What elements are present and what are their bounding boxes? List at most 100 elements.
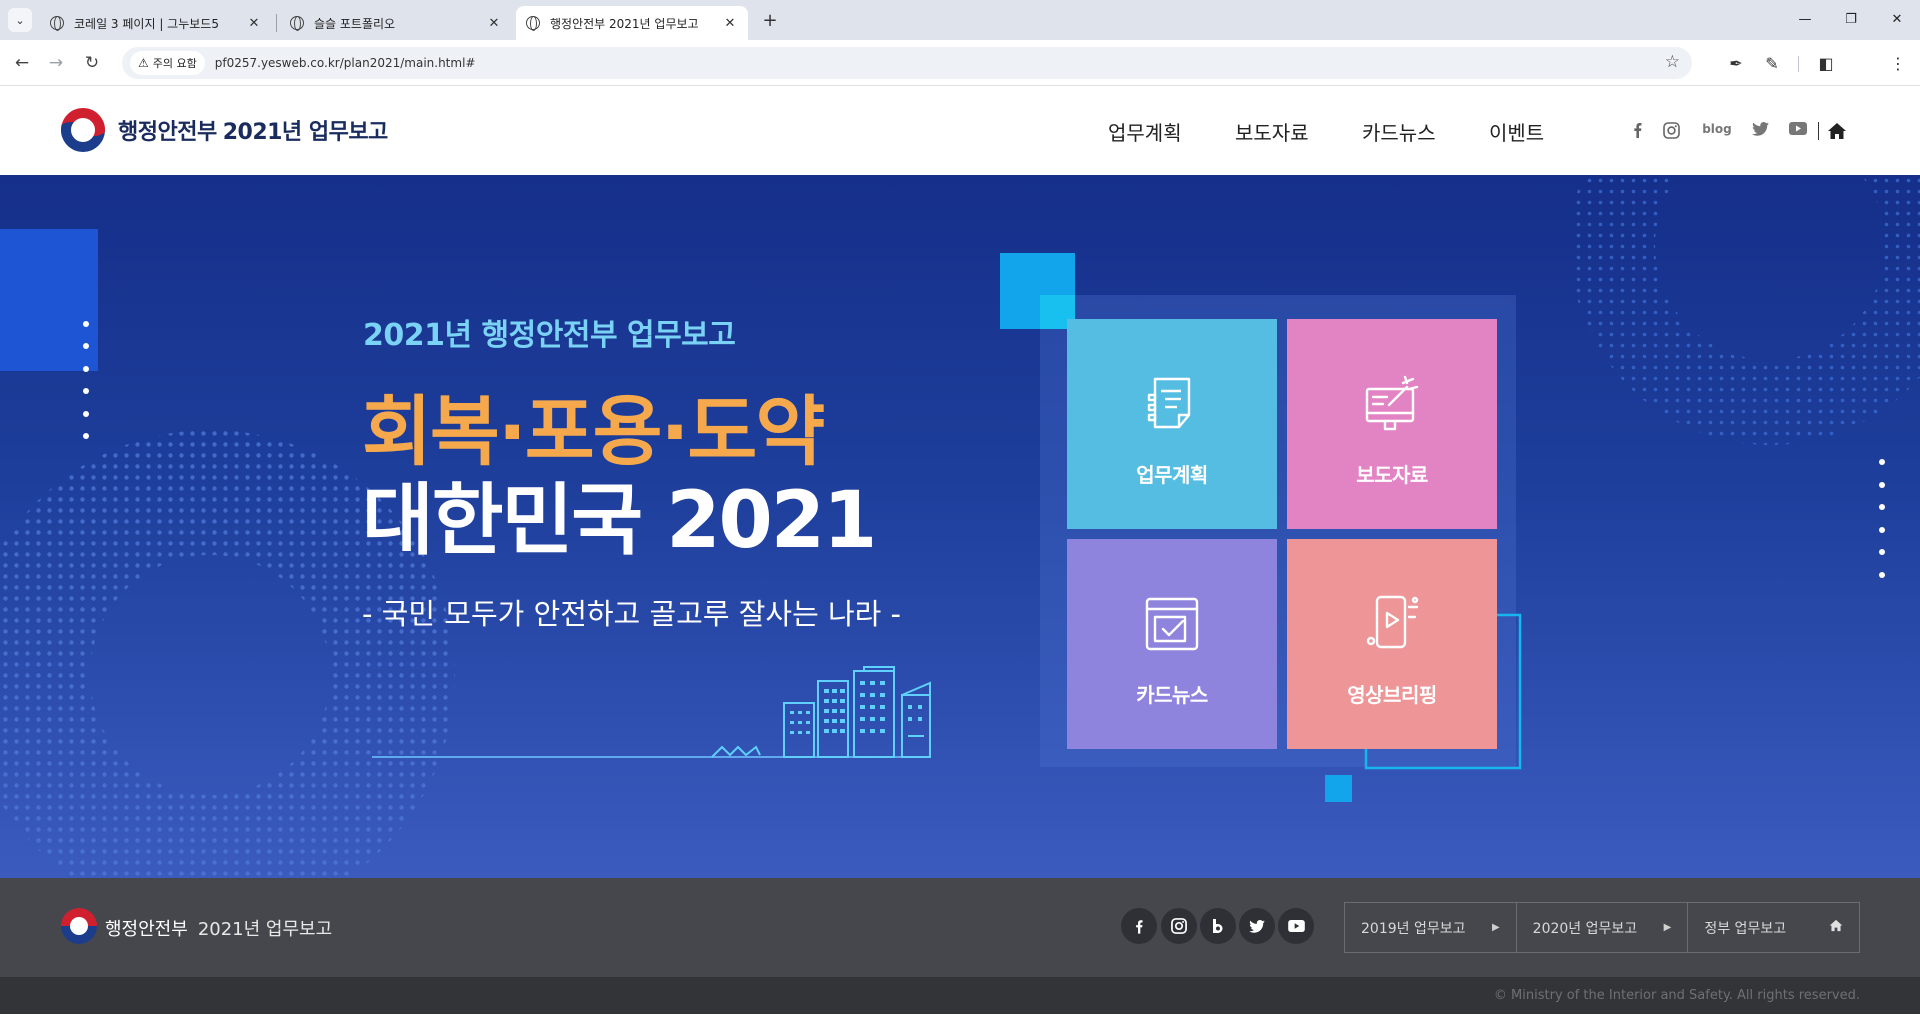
twitter-icon[interactable]	[1239, 908, 1275, 944]
globe-icon	[526, 16, 540, 31]
warning-icon: ⚠	[138, 56, 149, 70]
tile-label: 카드뉴스	[1136, 683, 1208, 707]
slide-indicator-dot[interactable]	[1879, 527, 1885, 533]
arrow-right-icon: ▶	[1491, 922, 1500, 933]
new-tab-button[interactable]: +	[758, 8, 782, 32]
forward-icon[interactable]: →	[42, 49, 70, 77]
nav-press[interactable]: 보도자료	[1235, 117, 1309, 146]
globe-icon	[290, 16, 304, 31]
left-dot	[83, 321, 89, 327]
tab-close-icon[interactable]: ✕	[246, 16, 262, 31]
link-2019-report[interactable]: 2019년 업무보고 ▶	[1345, 903, 1517, 952]
tile-label: 영상브리핑	[1347, 683, 1437, 707]
browser-toolbar: ← → ↻ ⚠ 주의 요함 pf0257.yesweb.co.kr/plan20…	[0, 40, 1920, 86]
url-text[interactable]: pf0257.yesweb.co.kr/plan2021/main.html#	[215, 56, 476, 70]
side-panel-icon[interactable]: ◧	[1814, 51, 1838, 75]
extensions-icon[interactable]: ✎	[1760, 51, 1784, 75]
brand-year: 2021년 업무보고	[222, 120, 389, 145]
globe-icon	[50, 16, 64, 31]
facebook-icon[interactable]	[1121, 908, 1157, 944]
reload-icon[interactable]: ↻	[78, 49, 106, 77]
link-label: 정부 업무보고	[1704, 920, 1787, 937]
browser-tab-bar: ⌄ 코레일 3 페이지 | 그누보드5 ✕ 슬슬 포트폴리오 ✕ 행정안전부 2…	[0, 0, 1920, 40]
close-window-icon[interactable]: ✕	[1874, 4, 1920, 34]
footer-brand-year: 2021년 업무보고	[197, 919, 333, 940]
twitter-icon[interactable]	[1751, 122, 1769, 136]
tile-video-briefing[interactable]: 영상브리핑	[1287, 539, 1497, 749]
eyedropper-icon[interactable]: ✒	[1724, 51, 1748, 75]
nav-cardnews[interactable]: 카드뉴스	[1362, 117, 1436, 146]
site-footer: 행정안전부 2021년 업무보고 2019년 업무보고 ▶ 2020년 업무보고 …	[0, 878, 1920, 977]
slide-indicator-dot[interactable]	[1879, 549, 1885, 555]
copyright-bar: © Ministry of the Interior and Safety. A…	[0, 977, 1920, 1014]
facebook-icon[interactable]	[1630, 122, 1644, 138]
link-label: 2019년 업무보고	[1361, 920, 1466, 937]
browser-tab-active[interactable]: 행정안전부 2021년 업무보고 ✕	[516, 6, 748, 40]
hero-slogan: - 국민 모두가 안전하고 골고루 잘사는 나라 -	[362, 597, 902, 631]
copyright-text: © Ministry of the Interior and Safety. A…	[1493, 988, 1860, 1003]
footer-report-links: 2019년 업무보고 ▶ 2020년 업무보고 ▶ 정부 업무보고	[1344, 902, 1860, 953]
instagram-icon[interactable]	[1161, 908, 1197, 944]
slide-indicator-dot[interactable]	[1879, 459, 1885, 465]
hero-subtitle: 2021년 행정안전부 업무보고	[363, 318, 736, 353]
tile-label: 업무계획	[1136, 463, 1208, 487]
footer-logo	[61, 908, 97, 944]
slide-indicator-dot[interactable]	[1879, 504, 1885, 510]
address-bar[interactable]: ⚠ 주의 요함 pf0257.yesweb.co.kr/plan2021/mai…	[122, 47, 1692, 79]
minimize-icon[interactable]: —	[1782, 4, 1828, 34]
tab-close-icon[interactable]: ✕	[722, 16, 738, 31]
tab-close-icon[interactable]: ✕	[486, 16, 502, 31]
left-dot	[83, 433, 89, 439]
left-dot	[83, 388, 89, 394]
left-dot	[83, 366, 89, 372]
blog-link[interactable]: blog	[1700, 122, 1734, 136]
footer-brand: 행정안전부 2021년 업무보고	[105, 915, 332, 941]
slide-indicator-dot[interactable]	[1879, 572, 1885, 578]
nav-plan[interactable]: 업무계획	[1108, 117, 1182, 146]
nav-event[interactable]: 이벤트	[1489, 117, 1544, 146]
tab-title: 행정안전부 2021년 업무보고	[550, 16, 699, 31]
sns-divider	[1818, 122, 1819, 140]
press-icon	[1365, 375, 1419, 431]
page-bottom	[0, 1014, 1920, 1032]
card-news-icon	[1145, 597, 1199, 651]
tab-title: 코레일 3 페이지 | 그누보드5	[74, 16, 219, 31]
left-dot	[83, 411, 89, 417]
slide-indicator-dot[interactable]	[1879, 482, 1885, 488]
hero-title-line2: 대한민국 2021	[362, 476, 877, 566]
browser-menu-icon[interactable]: ⋮	[1886, 51, 1910, 75]
tab-search-chevron-icon[interactable]: ⌄	[8, 8, 32, 32]
link-label: 2020년 업무보고	[1532, 920, 1638, 937]
link-gov-report[interactable]: 정부 업무보고	[1688, 903, 1859, 952]
back-icon[interactable]: ←	[8, 49, 36, 77]
tile-work-plan[interactable]: 업무계획	[1067, 319, 1277, 529]
home-icon[interactable]	[1827, 122, 1847, 140]
site-brand[interactable]: 행정안전부 2021년 업무보고	[118, 114, 388, 146]
tab-separator	[276, 14, 277, 32]
tile-label: 보도자료	[1356, 463, 1428, 487]
video-icon	[1366, 595, 1419, 649]
youtube-icon[interactable]	[1278, 908, 1314, 944]
browser-tab-portfolio[interactable]: 슬슬 포트폴리오 ✕	[280, 6, 512, 40]
government-logo[interactable]	[61, 108, 105, 152]
security-warning-chip[interactable]: ⚠ 주의 요함	[130, 51, 205, 75]
restore-icon[interactable]: ❐	[1828, 4, 1874, 34]
left-dot	[83, 343, 89, 349]
bookmark-star-icon[interactable]: ☆	[1665, 52, 1680, 72]
instagram-icon[interactable]	[1662, 122, 1680, 139]
site-header: 행정안전부 2021년 업무보고 업무계획 보도자료 카드뉴스 이벤트 blog	[0, 86, 1920, 175]
hero-decoration	[0, 175, 1920, 878]
footer-brand-name: 행정안전부	[105, 919, 188, 940]
document-icon	[1147, 377, 1191, 429]
blog-icon[interactable]	[1200, 908, 1236, 944]
hero-section: 2021년 행정안전부 업무보고 회복·포용·도약 대한민국 2021 - 국민…	[0, 175, 1920, 878]
browser-tab-korail[interactable]: 코레일 3 페이지 | 그누보드5 ✕	[40, 6, 272, 40]
tile-card-news[interactable]: 카드뉴스	[1067, 539, 1277, 749]
youtube-icon[interactable]	[1788, 122, 1808, 135]
tab-title: 슬슬 포트폴리오	[314, 16, 396, 31]
link-2020-report[interactable]: 2020년 업무보고 ▶	[1517, 903, 1689, 952]
brand-name: 행정안전부	[118, 120, 217, 145]
home-icon	[1829, 919, 1843, 936]
tile-press[interactable]: 보도자료	[1287, 319, 1497, 529]
arrow-right-icon: ▶	[1663, 922, 1672, 933]
